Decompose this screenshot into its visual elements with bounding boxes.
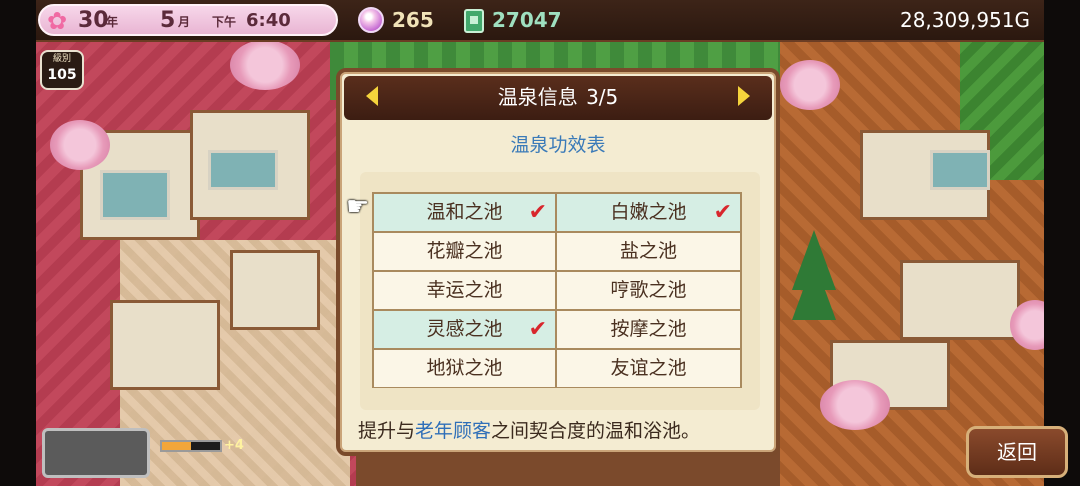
hand-pointer-icon: ☛ [346, 192, 370, 222]
pool-effect-cell[interactable]: 白嫩之池 ✔ [557, 194, 740, 233]
pool-effect-label: 灵感之池 [426, 318, 503, 340]
clock-time: 6:40 [246, 10, 291, 31]
month-number: 5 [160, 8, 176, 33]
gem-icon [358, 7, 384, 33]
sakura-tree [50, 120, 110, 170]
pool-effect-label: 花瓣之池 [426, 240, 503, 262]
screen-edge-left [0, 0, 36, 486]
pine-tree [792, 260, 836, 320]
pool-effect-label: 白嫩之池 [610, 201, 687, 223]
hot-spring-pool [100, 170, 170, 220]
back-button[interactable]: 返回 [966, 426, 1068, 478]
dialog-title-text: 温泉信息 [497, 85, 578, 109]
dialog-page-indicator: 3/5 [586, 85, 619, 109]
pool-effect-cell[interactable]: 盐之池 [557, 233, 740, 272]
pool-effect-label: 地狱之池 [426, 357, 503, 379]
sakura-tree [780, 60, 840, 110]
shop-room [230, 250, 320, 330]
month-unit: 月 [178, 15, 191, 29]
ticket-count: 27047 [492, 8, 562, 32]
shop-room [110, 300, 220, 390]
gold-amount: 28,309,951G [899, 8, 1030, 32]
effects-table: 温和之池 ✔ 白嫩之池 ✔ 花瓣之池 盐之池幸运之池 哼歌之池灵感之池 ✔ 按摩之池地狱之池 友谊… [372, 192, 742, 388]
progress-bar [160, 440, 222, 452]
pool-effect-cell[interactable]: 哼歌之池 [557, 272, 740, 311]
menu-button[interactable] [42, 428, 150, 478]
dining-room [900, 260, 1020, 340]
ampm-label: 下午 [212, 15, 237, 29]
check-mark-icon: ✔ [528, 200, 547, 225]
hot-spring-pool [208, 150, 278, 190]
pool-effect-label: 幸运之池 [426, 279, 503, 301]
effects-table-panel: 温和之池 ✔ 白嫩之池 ✔ 花瓣之池 盐之池幸运之池 哼歌之池灵感之池 ✔ 按摩之池地狱之池 友谊… [360, 172, 760, 410]
dialog-header: 温泉信息 3/5 [344, 76, 772, 120]
screen-edge-right [1044, 0, 1080, 486]
hot-spring-info-dialog: 温泉信息 3/5 温泉功效表 温和之池 ✔ 白嫩之池 ✔ 花瓣之池 盐之池幸运之池 哼歌之池… [336, 68, 780, 456]
pool-effect-label: 按摩之池 [610, 318, 687, 340]
pool-effect-cell[interactable]: 温和之池 ✔ [374, 194, 557, 233]
effects-table-title: 温泉功效表 [510, 134, 606, 156]
check-mark-icon: ✔ [713, 200, 732, 225]
sakura-tree [230, 40, 300, 90]
pool-effect-label: 哼歌之池 [610, 279, 687, 301]
ticket-icon [464, 9, 484, 33]
sakura-icon: ✿ [46, 7, 68, 35]
pool-effect-cell[interactable]: 地狱之池 [374, 350, 557, 387]
pool-effect-cell[interactable]: 按摩之池 [557, 311, 740, 350]
hot-spring-pool [930, 150, 990, 190]
progress-fill [162, 442, 191, 450]
description-post: 之间契合度的温和浴池。 [491, 420, 701, 442]
description-pre: 提升与 [358, 420, 416, 442]
rank-value: 105 [47, 67, 77, 83]
top-hud: ✿ 30 年 5 月 下午 6:40 265 27047 28,309,951G [36, 0, 1044, 42]
dialog-title: 温泉信息 3/5 [344, 84, 772, 110]
rank-badge[interactable]: 級別 105 [40, 50, 84, 90]
pool-effect-cell[interactable]: 灵感之池 ✔ [374, 311, 557, 350]
next-page-arrow-icon[interactable] [738, 86, 750, 106]
year-unit: 年 [106, 15, 119, 29]
pool-effect-cell[interactable]: 幸运之池 [374, 272, 557, 311]
pool-effect-cell[interactable]: 友谊之池 [557, 350, 740, 387]
pool-effect-cell[interactable]: 花瓣之池 [374, 233, 557, 272]
year-number: 30 [78, 8, 109, 33]
effect-description: 提升与老年顾客之间契合度的温和浴池。 [358, 418, 778, 444]
date-display: ✿ 30 年 5 月 下午 6:40 [38, 4, 338, 36]
pool-effect-label: 友谊之池 [610, 357, 687, 379]
sakura-tree [820, 380, 890, 430]
gem-count: 265 [392, 8, 434, 32]
rank-label: 級別 [52, 54, 71, 64]
check-mark-icon: ✔ [528, 317, 547, 342]
pool-effect-label: 盐之池 [619, 240, 677, 262]
description-highlight: 老年顾客 [415, 420, 492, 442]
pool-effect-label: 温和之池 [426, 201, 503, 223]
progress-bonus: +4 [224, 438, 244, 453]
